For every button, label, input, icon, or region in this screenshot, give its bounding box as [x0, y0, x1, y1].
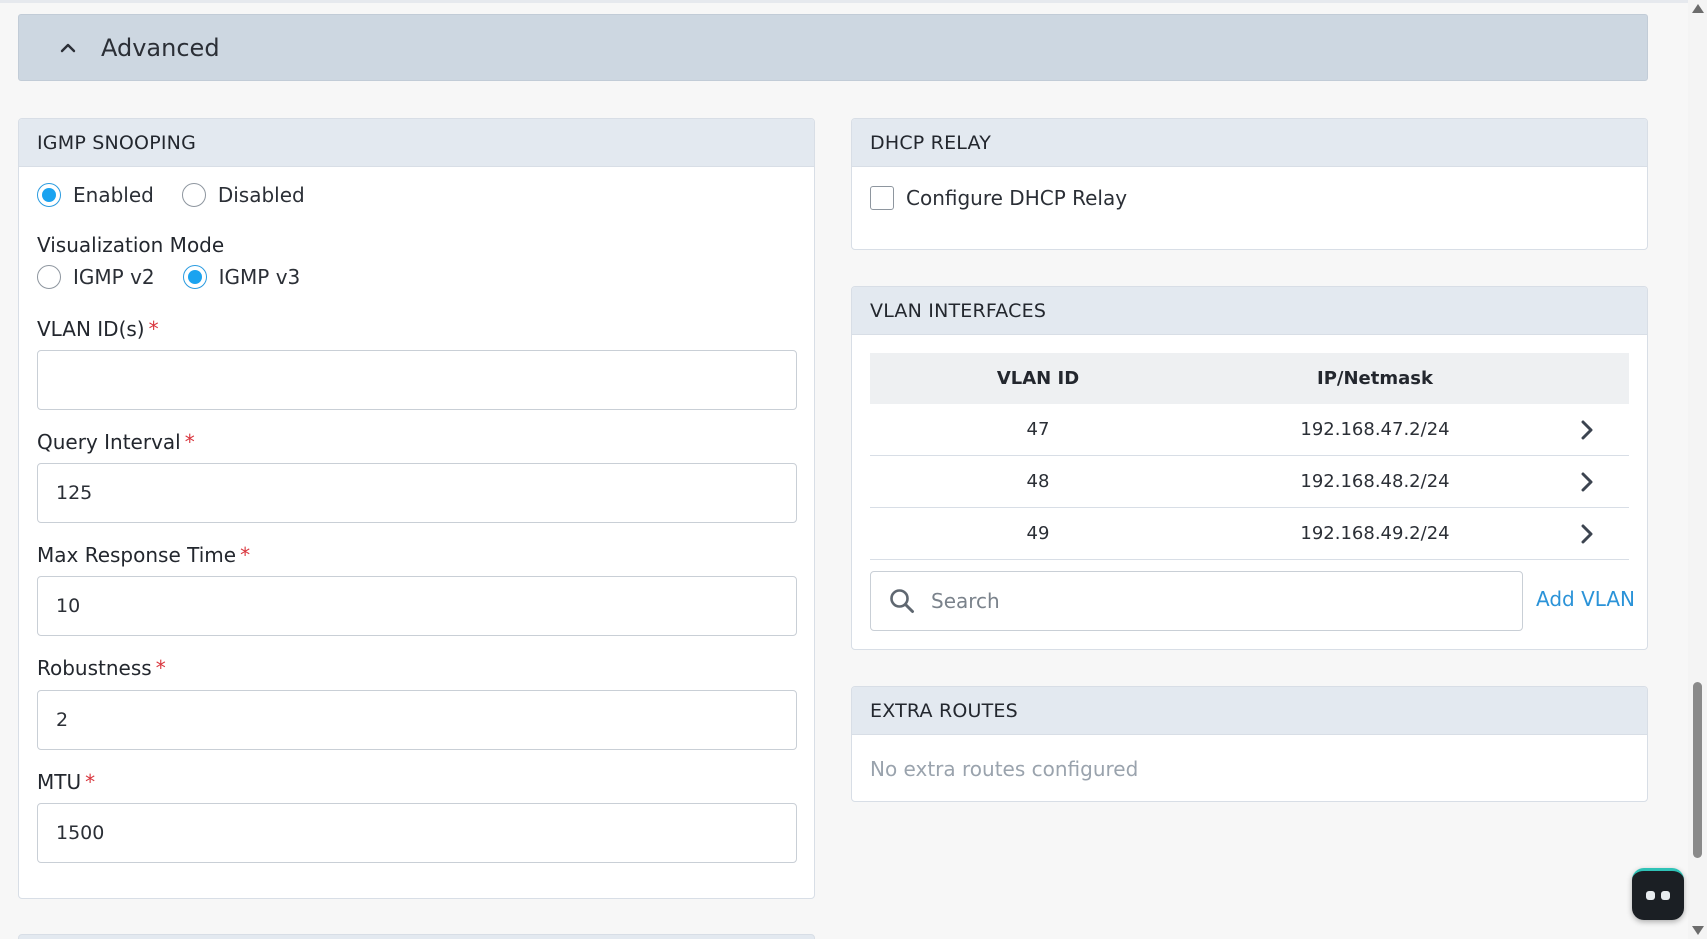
- advanced-title: Advanced: [101, 33, 220, 62]
- vlan-interfaces-header: VLAN INTERFACES: [852, 287, 1647, 335]
- ip-netmask-cell: 192.168.47.2/24: [1300, 419, 1450, 440]
- igmp-snooping-panel: IGMP SNOOPING Enabled Disabled Visualiza…: [18, 118, 815, 899]
- page-scrollbar[interactable]: [1688, 0, 1707, 939]
- mtu-input[interactable]: [37, 803, 797, 863]
- robustness-label: Robustness *: [37, 656, 166, 680]
- radio-disabled[interactable]: Disabled: [181, 183, 305, 207]
- extra-routes-header: EXTRA ROUTES: [852, 687, 1647, 735]
- radio-enabled[interactable]: Enabled: [37, 183, 154, 207]
- add-vlan-link[interactable]: Add VLAN: [1536, 587, 1635, 611]
- max-response-time-label: Max Response Time *: [37, 543, 250, 567]
- bot-eye-icon: [1646, 891, 1655, 900]
- column-header-ip-netmask: IP/Netmask: [1317, 368, 1433, 389]
- radio-enabled-indicator[interactable]: [37, 183, 61, 207]
- chevron-right-icon[interactable]: [1544, 420, 1629, 440]
- radio-disabled-indicator[interactable]: [181, 183, 206, 207]
- ip-netmask-cell: 192.168.49.2/24: [1300, 523, 1450, 544]
- table-row[interactable]: 47 192.168.47.2/24: [870, 404, 1629, 456]
- mtu-label-text: MTU: [37, 770, 82, 794]
- radio-enabled-label: Enabled: [73, 183, 154, 207]
- column-header-vlan-id: VLAN ID: [996, 368, 1080, 389]
- top-divider: [0, 0, 1688, 3]
- ip-netmask-cell: 192.168.48.2/24: [1300, 471, 1450, 492]
- radio-igmp-v3-indicator[interactable]: [182, 265, 207, 289]
- radio-igmp-v2-label: IGMP v2: [73, 265, 155, 289]
- vlan-table-header: VLAN ID IP/Netmask: [870, 353, 1629, 404]
- chat-bot-launcher[interactable]: [1632, 868, 1684, 920]
- dhcp-relay-header: DHCP RELAY: [852, 119, 1647, 167]
- configure-dhcp-relay[interactable]: Configure DHCP Relay: [870, 186, 1127, 210]
- required-marker: *: [240, 543, 251, 567]
- vlan-ids-input[interactable]: [37, 350, 797, 410]
- robustness-input[interactable]: [37, 690, 797, 750]
- radio-igmp-v3[interactable]: IGMP v3: [182, 265, 301, 289]
- robustness-label-text: Robustness: [37, 656, 152, 680]
- vlan-table: VLAN ID IP/Netmask 47 192.168.47.2/24 48…: [870, 353, 1629, 560]
- query-interval-label-text: Query Interval: [37, 430, 181, 454]
- dhcp-relay-panel: DHCP RELAY Configure DHCP Relay: [851, 118, 1648, 250]
- extra-routes-empty-message: No extra routes configured: [870, 757, 1139, 781]
- bot-eye-icon: [1661, 891, 1670, 900]
- required-marker: *: [85, 770, 96, 794]
- scroll-down-arrow-icon[interactable]: [1692, 926, 1704, 935]
- query-interval-label: Query Interval *: [37, 430, 195, 454]
- vlan-ids-label: VLAN ID(s) *: [37, 317, 159, 341]
- chevron-right-icon[interactable]: [1544, 472, 1629, 492]
- igmp-state-radio-group: Enabled Disabled: [37, 183, 305, 207]
- extra-routes-panel: EXTRA ROUTES No extra routes configured: [851, 686, 1648, 802]
- max-response-time-input[interactable]: [37, 576, 797, 636]
- vlan-search-input[interactable]: [931, 589, 1491, 613]
- table-row[interactable]: 48 192.168.48.2/24: [870, 456, 1629, 508]
- vlan-ids-label-text: VLAN ID(s): [37, 317, 145, 341]
- vlan-id-cell: 47: [1026, 419, 1050, 440]
- next-panel-edge: [18, 934, 815, 939]
- vlan-id-cell: 49: [1026, 523, 1050, 544]
- vlan-interfaces-panel: VLAN INTERFACES VLAN ID IP/Netmask 47 19…: [851, 286, 1648, 650]
- query-interval-input[interactable]: [37, 463, 797, 523]
- igmp-snooping-header: IGMP SNOOPING: [19, 119, 814, 167]
- required-marker: *: [155, 656, 166, 680]
- radio-disabled-label: Disabled: [217, 183, 305, 207]
- radio-igmp-v3-label: IGMP v3: [218, 265, 301, 289]
- vlan-id-cell: 48: [1026, 471, 1050, 492]
- chevron-right-icon[interactable]: [1544, 524, 1629, 544]
- visualization-mode-radio-group: IGMP v2 IGMP v3: [37, 265, 300, 289]
- required-marker: *: [184, 430, 195, 454]
- configure-dhcp-relay-checkbox[interactable]: [870, 186, 894, 210]
- scrollbar-thumb[interactable]: [1693, 682, 1702, 858]
- mtu-label: MTU *: [37, 770, 95, 794]
- scroll-up-arrow-icon[interactable]: [1692, 4, 1704, 13]
- radio-igmp-v2-indicator[interactable]: [37, 265, 61, 289]
- visualization-mode-label: Visualization Mode: [37, 233, 225, 257]
- chevron-up-icon[interactable]: [59, 39, 77, 57]
- max-response-time-label-text: Max Response Time: [37, 543, 237, 567]
- configure-dhcp-relay-label: Configure DHCP Relay: [906, 186, 1128, 210]
- advanced-section-header[interactable]: Advanced: [18, 14, 1648, 81]
- required-marker: *: [148, 317, 159, 341]
- radio-igmp-v2[interactable]: IGMP v2: [37, 265, 155, 289]
- search-icon: [887, 586, 917, 616]
- vlan-search-box[interactable]: [870, 571, 1523, 631]
- table-row[interactable]: 49 192.168.49.2/24: [870, 508, 1629, 560]
